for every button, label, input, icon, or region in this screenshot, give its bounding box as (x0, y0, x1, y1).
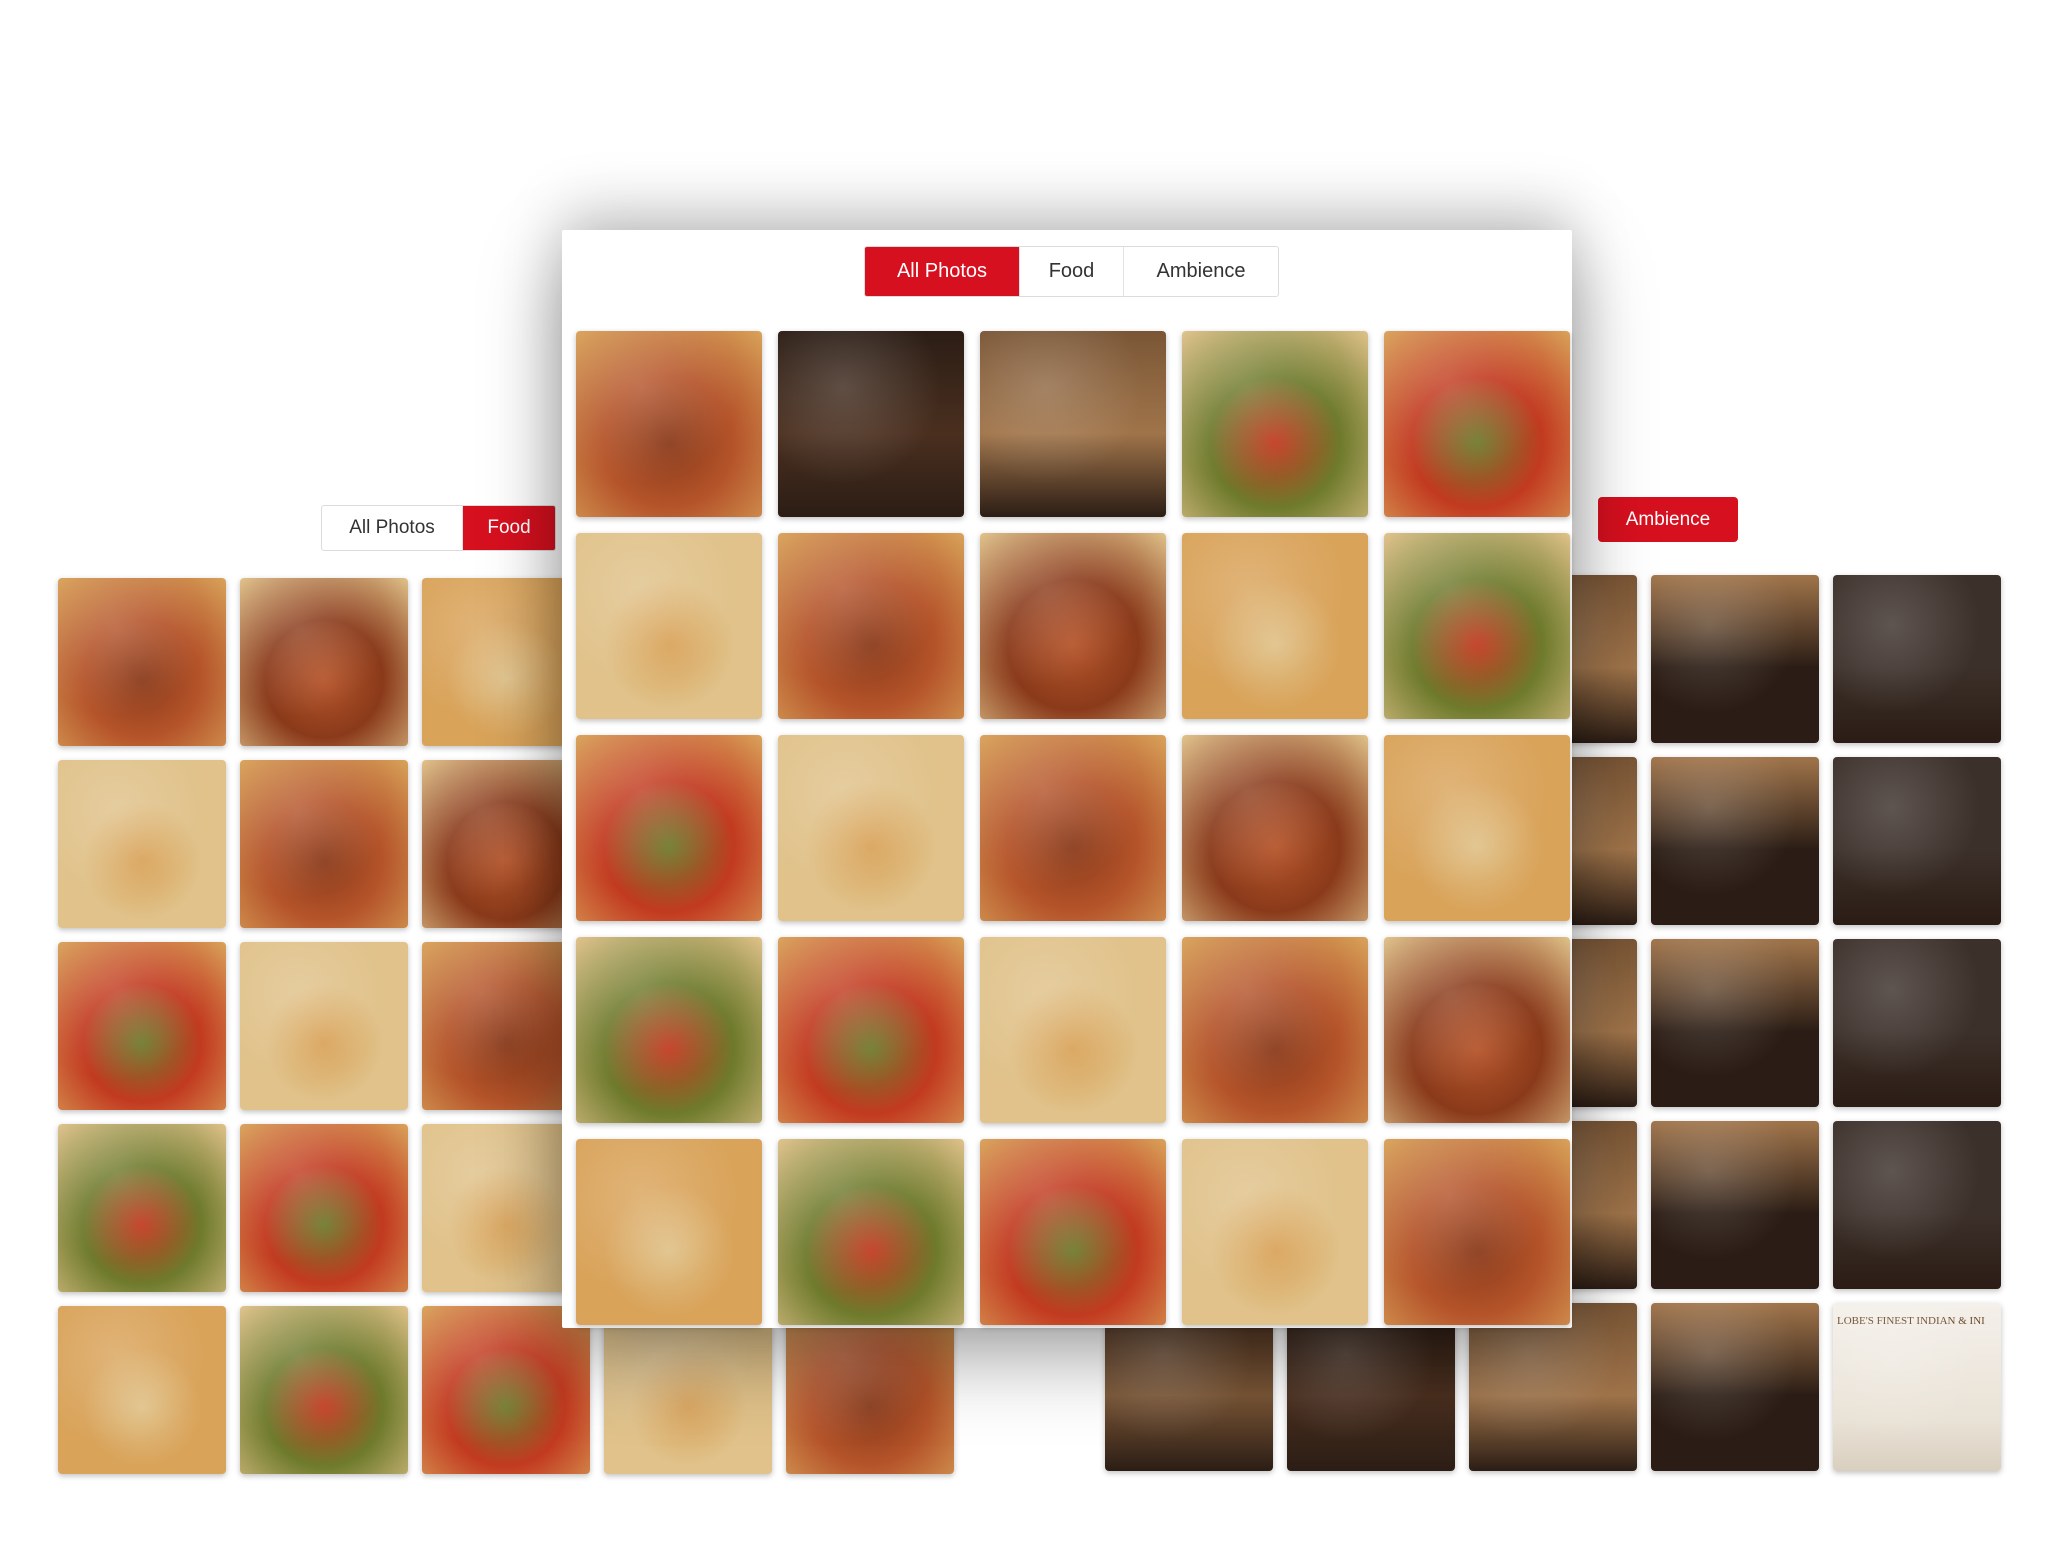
background-food-tabs: All Photos Food (321, 505, 556, 551)
bg-tab-all-photos[interactable]: All Photos (322, 506, 463, 550)
bg-food-photo-food[interactable] (58, 578, 226, 746)
gallery-photo-food[interactable] (1384, 533, 1570, 719)
bg-tab-food[interactable]: Food (463, 506, 555, 550)
bg-ambience-photo-ambience[interactable] (1651, 1121, 1819, 1289)
gallery-photo-food[interactable] (1182, 533, 1368, 719)
tab-food[interactable]: Food (1020, 247, 1124, 296)
bg-ambience-photo-ambience[interactable] (1651, 757, 1819, 925)
gallery-photo-food[interactable] (576, 1139, 762, 1325)
bg-ambience-photo-ambience[interactable] (1287, 1303, 1455, 1471)
gallery-photo-food[interactable] (1384, 331, 1570, 517)
bg-ambience-photo-ambience[interactable] (1651, 1303, 1819, 1471)
bg-food-photo-food[interactable] (240, 578, 408, 746)
bg-ambience-photo-ambience[interactable] (1105, 1303, 1273, 1471)
gallery-photo-food[interactable] (1182, 1139, 1368, 1325)
bg-ambience-photo-ambience[interactable] (1469, 1303, 1637, 1471)
gallery-photo-food[interactable] (1384, 735, 1570, 921)
bg-food-photo-food[interactable] (240, 942, 408, 1110)
gallery-photo-ambience[interactable] (980, 331, 1166, 517)
gallery-photo-food[interactable] (1182, 735, 1368, 921)
gallery-photo-food[interactable] (778, 735, 964, 921)
bg-ambience-photo-ambience[interactable] (1651, 575, 1819, 743)
gallery-photo-food[interactable] (1384, 937, 1570, 1123)
photo-gallery-modal: All Photos Food Ambience (562, 230, 1572, 1328)
bg-ambience-photo-ambience[interactable] (1833, 575, 2001, 743)
bg-food-photo-food[interactable] (240, 1306, 408, 1474)
gallery-photo-food[interactable] (980, 1139, 1166, 1325)
restaurant-sign-text: LOBE'S FINEST INDIAN & INI (1837, 1315, 1985, 1327)
bg-ambience-photo-ambience[interactable]: LOBE'S FINEST INDIAN & INI (1833, 1303, 2001, 1471)
gallery-photo-food[interactable] (778, 937, 964, 1123)
tab-ambience[interactable]: Ambience (1124, 247, 1278, 296)
bg-ambience-photo-ambience[interactable] (1833, 939, 2001, 1107)
gallery-photo-food[interactable] (576, 533, 762, 719)
gallery-photo-food[interactable] (576, 735, 762, 921)
bg-food-photo-food[interactable] (786, 1306, 954, 1474)
gallery-photo-food[interactable] (980, 937, 1166, 1123)
bg-food-photo-food[interactable] (240, 760, 408, 928)
bg-ambience-photo-ambience[interactable] (1833, 757, 2001, 925)
bg-food-photo-food[interactable] (240, 1124, 408, 1292)
gallery-photo-food[interactable] (1384, 1139, 1570, 1325)
gallery-tabs: All Photos Food Ambience (864, 246, 1279, 297)
bg-ambience-photo-ambience[interactable] (1651, 939, 1819, 1107)
gallery-photo-food[interactable] (778, 1139, 964, 1325)
bg-food-photo-food[interactable] (58, 1124, 226, 1292)
bg-food-photo-food[interactable] (58, 1306, 226, 1474)
bg-food-photo-food[interactable] (422, 1306, 590, 1474)
gallery-photo-food[interactable] (1182, 331, 1368, 517)
gallery-photo-food[interactable] (778, 533, 964, 719)
gallery-photo-grid (576, 331, 1570, 1325)
bg-food-photo-food[interactable] (58, 760, 226, 928)
bg-food-photo-food[interactable] (604, 1306, 772, 1474)
bg-tab-ambience[interactable]: Ambience (1598, 497, 1738, 542)
bg-food-photo-food[interactable] (58, 942, 226, 1110)
gallery-photo-food[interactable] (1182, 937, 1368, 1123)
gallery-photo-food[interactable] (576, 937, 762, 1123)
gallery-photo-ambience[interactable] (778, 331, 964, 517)
gallery-photo-food[interactable] (576, 331, 762, 517)
tab-all-photos[interactable]: All Photos (865, 247, 1020, 296)
bg-ambience-photo-ambience[interactable] (1833, 1121, 2001, 1289)
gallery-photo-food[interactable] (980, 533, 1166, 719)
gallery-photo-food[interactable] (980, 735, 1166, 921)
